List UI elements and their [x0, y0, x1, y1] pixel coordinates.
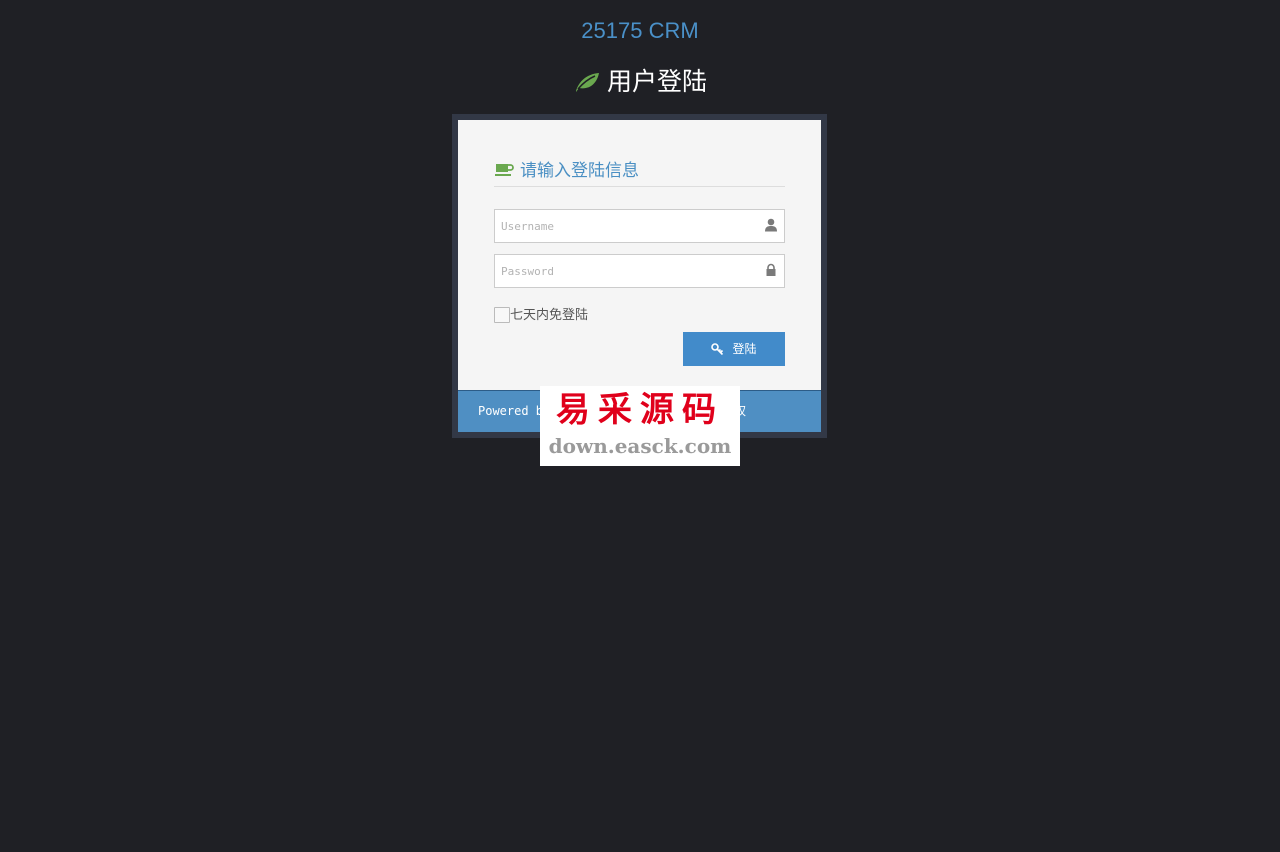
watermark-logo: 易采源码 down.easck.com: [540, 386, 740, 466]
remember-me: 七天内免登陆: [494, 304, 588, 324]
watermark-brand: 易采源码: [556, 390, 724, 430]
login-button[interactable]: 登陆: [683, 332, 785, 366]
login-form: 请输入登陆信息 七天内免登陆: [458, 120, 821, 390]
footer-powered-text: Powered b: [478, 404, 544, 418]
form-header-text: 请输入登陆信息: [520, 161, 639, 181]
watermark-url: down.easck.com: [548, 434, 732, 458]
leaf-icon: [573, 70, 601, 99]
form-header: 请输入登陆信息: [494, 156, 785, 187]
app-title: 25175 CRM: [581, 18, 699, 43]
password-input[interactable]: [501, 256, 751, 286]
user-icon: [764, 218, 778, 237]
username-field: [494, 209, 785, 243]
password-field: [494, 254, 785, 288]
remember-me-checkbox[interactable]: [494, 307, 510, 323]
login-button-label: 登陆: [732, 342, 757, 356]
page-heading-text: 用户登陆: [606, 67, 707, 96]
remember-me-label[interactable]: 七天内免登陆: [510, 308, 588, 323]
coffee-cup-icon: [494, 162, 514, 183]
username-input[interactable]: [501, 211, 751, 241]
lock-icon: [764, 263, 778, 282]
page-heading: 用户登陆: [0, 62, 1280, 99]
key-icon: [711, 334, 724, 368]
